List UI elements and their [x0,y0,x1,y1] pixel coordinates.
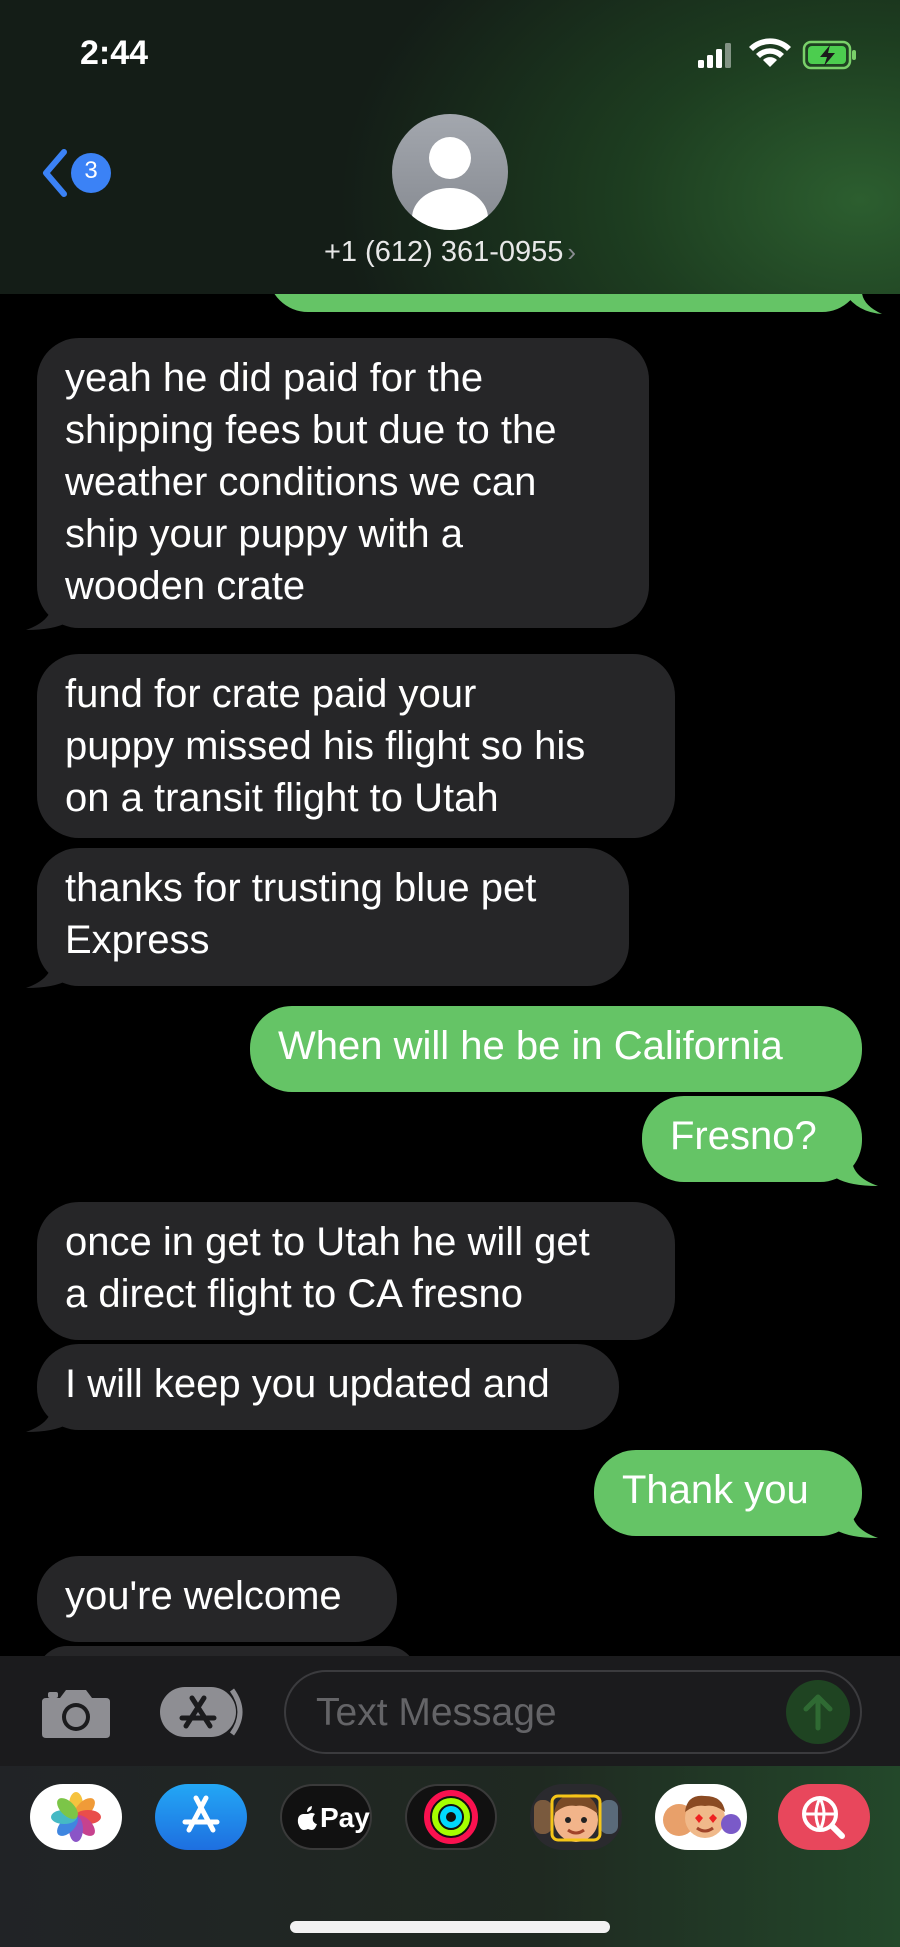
message-composer [0,1656,900,1766]
battery-charging-icon [802,40,856,70]
memoji-stickers-icon [663,1795,741,1838]
text-message-field[interactable] [284,1670,862,1754]
chevron-right-icon: › [567,237,577,267]
person-icon [412,137,488,230]
app-store-icon [182,1795,220,1833]
contact-avatar[interactable] [392,114,508,230]
apple-pay-app[interactable]: Pay [280,1784,372,1850]
apple-pay-icon [297,1806,317,1830]
camera-button[interactable] [40,1686,112,1745]
conversation-header: 2:44 3 +1 (612) 361-0955 › [0,0,900,294]
bubble-tail [26,1402,68,1432]
message-bubble-outgoing-partial [268,294,862,312]
activity-rings-icon [424,1790,478,1844]
message-bubble-incoming[interactable]: thanks for trusting blue pet Express [37,848,629,986]
message-bubble-outgoing[interactable]: When will he be in California [250,1006,862,1092]
message-list[interactable]: yeah he did paid for the shipping fees b… [0,294,900,1656]
contact-name[interactable]: +1 (612) 361-0955 › [0,236,900,269]
back-button[interactable]: 3 [38,146,128,202]
message-bubble-incoming[interactable]: once in get to Utah he will get a direct… [37,1202,675,1340]
message-bubble-incoming[interactable]: you're welcome [37,1556,397,1642]
message-bubble-outgoing[interactable]: Fresno? [642,1096,862,1182]
memoji-icon [534,1794,618,1842]
bubble-tail [845,294,882,314]
apple-pay-label: Pay [320,1802,370,1833]
photos-icon [51,1792,101,1842]
bubble-tail [836,1156,878,1186]
photos-app[interactable] [30,1784,122,1850]
message-bubble-incoming[interactable]: yeah he did paid for the shipping fees b… [37,338,649,628]
home-indicator[interactable] [290,1921,610,1933]
chevron-left-icon [43,149,67,197]
arrow-up-icon [803,1694,833,1731]
app-store-icon [160,1687,243,1737]
cellular-signal-icon [698,43,731,68]
search-images-app[interactable] [778,1784,870,1850]
wifi-icon [749,38,791,67]
app-store-drawer-button[interactable] [158,1684,248,1745]
message-bubble-incoming-partial [37,1646,417,1656]
memoji-app[interactable] [530,1784,622,1850]
message-bubble-incoming[interactable]: I will keep you updated and [37,1344,619,1430]
message-bubble-incoming[interactable]: fund for crate paid your puppy missed hi… [37,654,675,838]
bubble-tail [26,958,68,988]
imessage-app-drawer: Pay [0,1766,900,1947]
bubble-tail [26,600,68,630]
globe-search-icon [802,1796,845,1839]
unread-count: 3 [84,157,98,184]
message-bubble-outgoing[interactable]: Thank you [594,1450,862,1536]
text-message-input[interactable] [314,1686,778,1740]
contact-number: +1 (612) 361-0955 [323,236,564,268]
fitness-app[interactable] [405,1784,497,1850]
animoji-stickers-app[interactable] [655,1784,747,1850]
app-store-app[interactable] [155,1784,247,1850]
send-button[interactable] [786,1680,850,1744]
camera-icon [42,1690,110,1738]
status-time: 2:44 [80,34,149,72]
bubble-tail [836,1508,878,1538]
status-icons [694,36,864,76]
